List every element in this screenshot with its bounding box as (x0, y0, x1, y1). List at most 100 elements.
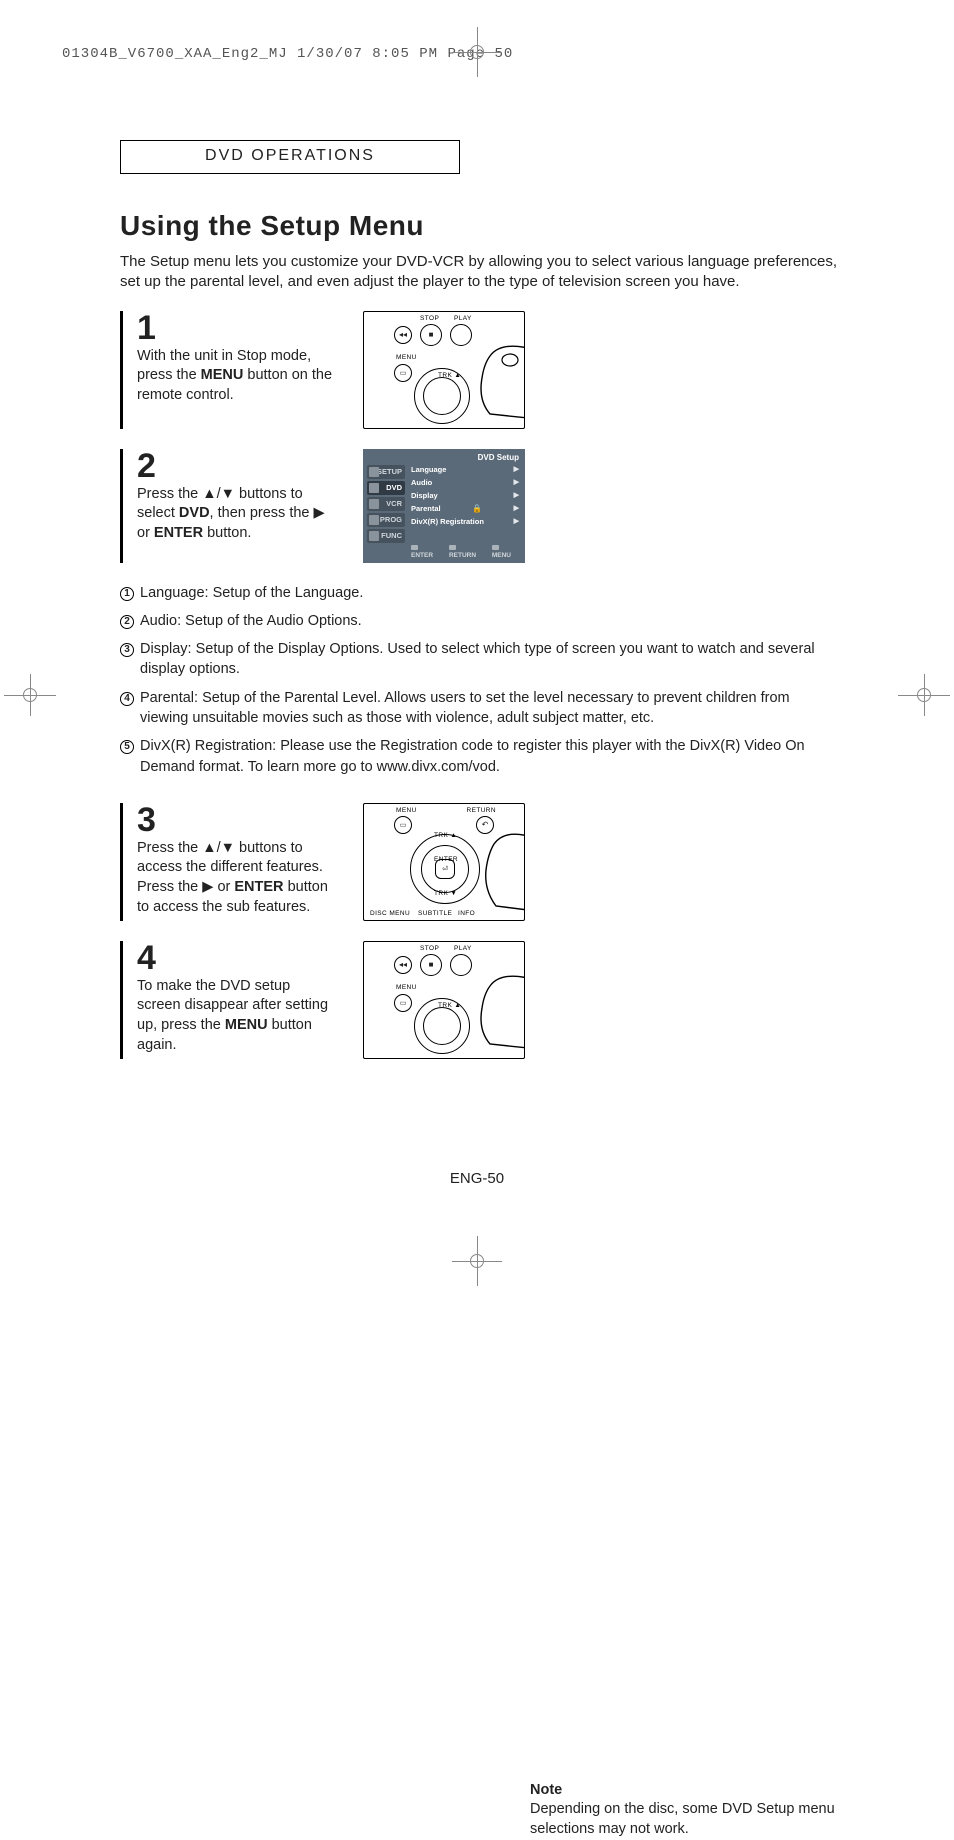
osd-title: DVD Setup (478, 453, 519, 462)
step-bar (120, 941, 123, 1059)
rewind-button-icon: ◂◂ (394, 326, 412, 344)
t: Language (411, 465, 446, 474)
t: SETUP (377, 467, 402, 476)
print-header: 01304B_V6700_XAA_Eng2_MJ 1/30/07 8:05 PM… (62, 46, 513, 62)
t: Setup of the Audio Options. (181, 613, 362, 629)
step-3: 3 Press the ▲/▼ buttons to access the di… (120, 803, 840, 921)
t: DivX(R) Registration: (140, 738, 276, 754)
lock-icon: 🔒 (472, 504, 482, 513)
osd-tabs: SETUP DVD VCR PROG FUNC (367, 465, 405, 545)
hand-icon (470, 828, 525, 914)
chevron-right-icon: ▶ (514, 517, 519, 525)
t: FUNC (381, 531, 402, 540)
t: VCR (386, 499, 402, 508)
remote-illustration: STOP PLAY MENU TRK ▲ ◂◂ ■ ▭ (363, 311, 525, 429)
circled-2-icon: 2 (120, 615, 134, 629)
gear-icon (369, 467, 379, 477)
hand-icon (460, 968, 525, 1054)
play-label: PLAY (454, 315, 472, 322)
osd-hint-menu: MENU (492, 545, 519, 559)
rewind-button-icon: ◂◂ (394, 956, 412, 974)
step-2: 2 Press the ▲/▼ buttons to select DVD, t… (120, 449, 840, 563)
bullet-language: 1 Language: Setup of the Language. (120, 583, 840, 603)
crop-mark-left (10, 680, 50, 710)
subtitle-label: SUBTITLE (418, 910, 452, 917)
t: button. (203, 525, 251, 541)
remote-illustration-menu: STOP PLAY MENU TRK ▲ ◂◂ ■ ▭ (363, 941, 525, 1059)
section-header-text: DVD OPERATIONS (205, 147, 375, 164)
page-title: Using the Setup Menu (120, 210, 840, 242)
circled-4-icon: 4 (120, 692, 134, 706)
disc-icon (369, 483, 379, 493)
note-title: Note (530, 1781, 840, 1801)
stop-button-icon: ■ (420, 954, 442, 976)
osd-item-parental: Parental🔒▶ (411, 504, 519, 513)
t: Language: (140, 585, 209, 601)
clock-icon (369, 515, 379, 525)
stop-label: STOP (420, 945, 439, 952)
t: Display (411, 491, 438, 500)
osd-tab-setup: SETUP (367, 465, 405, 479)
tools-icon (369, 531, 379, 541)
page-number: ENG-50 (450, 1170, 504, 1187)
t: DVD (386, 483, 402, 492)
menu-label: MENU (396, 984, 417, 991)
step-4: 4 To make the DVD setup screen disappear… (120, 941, 840, 1059)
menu-button-icon: ▭ (394, 364, 412, 382)
play-label: PLAY (454, 945, 472, 952)
hand-svg (460, 338, 525, 424)
note-block: Note Depending on the disc, some DVD Set… (530, 1781, 840, 1840)
t-bold: ENTER (154, 525, 203, 541)
chevron-right-icon: ▶ (514, 478, 519, 486)
circled-5-icon: 5 (120, 740, 134, 754)
step-1-text: With the unit in Stop mode, press the ME… (137, 347, 337, 406)
chevron-right-icon: ▶ (514, 465, 519, 473)
t-bold: ENTER (234, 879, 283, 895)
osd-item-language: Language ▶ (411, 465, 519, 474)
t: Audio (411, 478, 432, 487)
osd-tab-prog: PROG (367, 513, 405, 527)
t: Parental: (140, 690, 198, 706)
intro-text: The Setup menu lets you customize your D… (120, 252, 840, 293)
t: Parental (411, 504, 441, 513)
circled-3-icon: 3 (120, 643, 134, 657)
step-3-text: Press the ▲/▼ buttons to access the diff… (137, 839, 337, 917)
bullet-audio: 2 Audio: Setup of the Audio Options. (120, 611, 840, 631)
t: Setup of the Display Options. Used to se… (140, 641, 815, 677)
stop-label: STOP (420, 315, 439, 322)
step-bar (120, 803, 123, 921)
osd-tab-dvd: DVD (367, 481, 405, 495)
circled-1-icon: 1 (120, 587, 134, 601)
bullet-display: 3 Display: Setup of the Display Options.… (120, 639, 840, 680)
osd-tab-vcr: VCR (367, 497, 405, 511)
step-bar (120, 449, 123, 563)
bullet-parental: 4 Parental: Setup of the Parental Level.… (120, 688, 840, 729)
step-bar (120, 311, 123, 429)
bullet-divx: 5 DivX(R) Registration: Please use the R… (120, 736, 840, 777)
tape-icon (369, 499, 379, 509)
step-1: 1 With the unit in Stop mode, press the … (120, 311, 840, 429)
t-bold: MENU (201, 367, 244, 383)
osd-item-divx: DivX(R) Registration▶ (411, 517, 519, 526)
osd-item-display: Display ▶ (411, 491, 519, 500)
osd-item-audio: Audio ▶ (411, 478, 519, 487)
osd-tab-func: FUNC (367, 529, 405, 543)
menu-label: MENU (396, 354, 417, 361)
step-4-text: To make the DVD setup screen disappear a… (137, 977, 337, 1055)
crop-mark-bottom (457, 1241, 497, 1281)
t: Setup of the Parental Level. Allows user… (140, 690, 790, 726)
stop-button-icon: ■ (420, 324, 442, 346)
t: Display: (140, 641, 192, 657)
step-number: 2 (137, 449, 337, 483)
menu-button-icon: ▭ (394, 994, 412, 1012)
section-header: DVD OPERATIONS (120, 140, 460, 174)
chevron-right-icon: ▶ (514, 491, 519, 499)
discmenu-label: DISC MENU (370, 910, 410, 917)
osd-items: Language ▶ Audio ▶ Display ▶ Parental 🔒 ▶ Div… (411, 465, 519, 530)
page-content: Using the Setup Menu The Setup menu lets… (120, 210, 840, 1079)
osd-screenshot: DVD Setup SETUP DVD VCR PROG FUNC Langua… (363, 449, 525, 563)
crop-mark-top (457, 32, 497, 72)
step-number: 4 (137, 941, 337, 975)
osd-hint-return: RETURN (449, 545, 484, 559)
step-number: 1 (137, 311, 337, 345)
